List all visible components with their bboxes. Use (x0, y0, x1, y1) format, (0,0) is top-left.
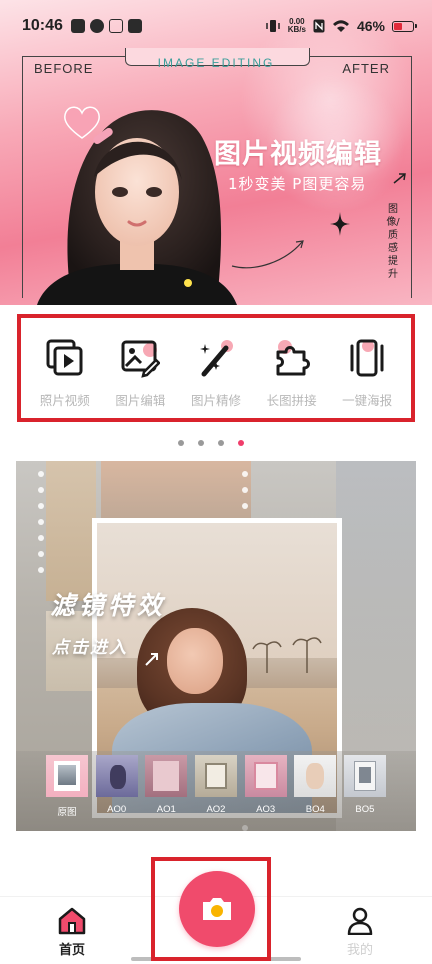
film-dots-left (38, 471, 44, 573)
collage-photo (46, 461, 96, 601)
tool-label: 图片编辑 (115, 393, 166, 408)
filter-thumbnails-bar: 原图 AO0 AO1 AO2 AO3 BO4 BO5 (16, 751, 416, 831)
notification-app-icon (108, 19, 123, 33)
sparkle-icon (330, 212, 350, 236)
tool-label: 照片视频 (39, 393, 90, 408)
filter-thumb-bo4[interactable]: BO4 (294, 755, 337, 831)
tool-photo-video[interactable]: 照片视频 (27, 318, 103, 418)
status-time: 10:46 (22, 17, 63, 34)
pager-dot-active[interactable] (238, 440, 244, 446)
filter-thumb-label: AO1 (156, 804, 176, 815)
heart-sticker-icon (64, 106, 100, 139)
nav-mine[interactable]: 我的 (330, 907, 390, 958)
filter-thumb-image (244, 755, 287, 797)
tool-image-retouch[interactable]: 图片精修 (178, 318, 254, 418)
banner-pager (178, 440, 244, 446)
small-arrow-icon (393, 173, 406, 184)
pager-dot[interactable] (198, 440, 204, 446)
filter-thumb-ao3[interactable]: AO3 (244, 755, 287, 831)
nav-mine-label: 我的 (346, 943, 373, 958)
user-icon (347, 907, 373, 935)
filter-thumb-label: AO0 (107, 804, 127, 815)
filter-thumb-image (294, 755, 337, 797)
tool-label: 图片精修 (190, 393, 241, 408)
battery-level (394, 22, 402, 30)
tiktok-icon (127, 19, 142, 33)
home-icon (58, 907, 86, 935)
status-bar: 10:46 0.00 KB/s 46% (0, 0, 432, 52)
filter-thumb-label: AO2 (206, 804, 226, 815)
image-edit-icon (121, 340, 161, 378)
filter-thumb-image (95, 755, 138, 797)
curved-arrow-icon (231, 240, 304, 269)
filter-thumb-bo5[interactable]: BO5 (343, 755, 386, 831)
poster-icon (350, 339, 384, 377)
filter-thumb-image (145, 755, 188, 797)
battery-icon (392, 20, 417, 32)
nav-home-label: 首页 (58, 943, 85, 958)
filter-thumb-image (194, 755, 237, 797)
banner-vertical-text: 图像/质感提升 (386, 204, 400, 280)
banner-title: 图片视频编辑 (214, 139, 382, 170)
filter-thumb-image (46, 755, 88, 797)
filter-thumb-original[interactable]: 原图 (46, 755, 88, 831)
nfc-icon (313, 19, 325, 33)
battery-percent: 46% (356, 18, 385, 34)
tool-one-click-poster[interactable]: 一键海报 (329, 318, 405, 418)
pager-dot[interactable] (218, 440, 224, 446)
nav-home[interactable]: 首页 (42, 907, 102, 958)
filter-thumb-ao0[interactable]: AO0 (95, 755, 138, 831)
filter-card-title: 滤镜特效 (50, 591, 167, 620)
vibrate-icon (265, 20, 280, 32)
yellow-dot-deco (184, 279, 192, 287)
collage-photo (101, 461, 251, 521)
film-dots (242, 471, 248, 525)
filter-effects-card[interactable]: 滤镜特效 点击进入 原图 AO0 AO1 AO2 AO3 BO4 BO5 (16, 461, 416, 831)
tool-image-edit[interactable]: 图片编辑 (103, 318, 179, 418)
wifi-icon (332, 20, 349, 32)
puzzle-icon (276, 340, 310, 376)
filter-thumb-ao2[interactable]: AO2 (194, 755, 237, 831)
filter-card-subtitle: 点击进入 (52, 638, 128, 658)
filter-thumb-label: BO5 (355, 804, 375, 815)
camera-button-highlight (151, 857, 271, 961)
filter-thumb-image (343, 755, 386, 797)
filter-thumb-ao1[interactable]: AO1 (145, 755, 188, 831)
filter-thumb-label: AO3 (256, 804, 276, 815)
tool-label: 一键海报 (342, 393, 393, 408)
pointer-arrow-icon (145, 653, 158, 666)
filter-thumb-label: 原图 (57, 807, 77, 818)
notification-app-icon (70, 19, 85, 33)
tool-label: 长图拼接 (266, 393, 317, 408)
banner-editing-label: IMAGE EDITING (157, 56, 275, 70)
magic-wand-icon (199, 340, 233, 377)
banner-subtitle: 1秒变美 P图更容易 (228, 175, 367, 193)
net-speed: 0.00 KB/s (287, 17, 306, 34)
tools-row: 照片视频 图片编辑 图片精修 长图拼接 一键海报 (17, 314, 415, 422)
notification-app-icon (89, 19, 104, 33)
photo-video-icon (46, 339, 83, 376)
tool-long-image-stitch[interactable]: 长图拼接 (254, 318, 330, 418)
filter-thumb-label: BO4 (305, 804, 325, 815)
pager-dot[interactable] (178, 440, 184, 446)
